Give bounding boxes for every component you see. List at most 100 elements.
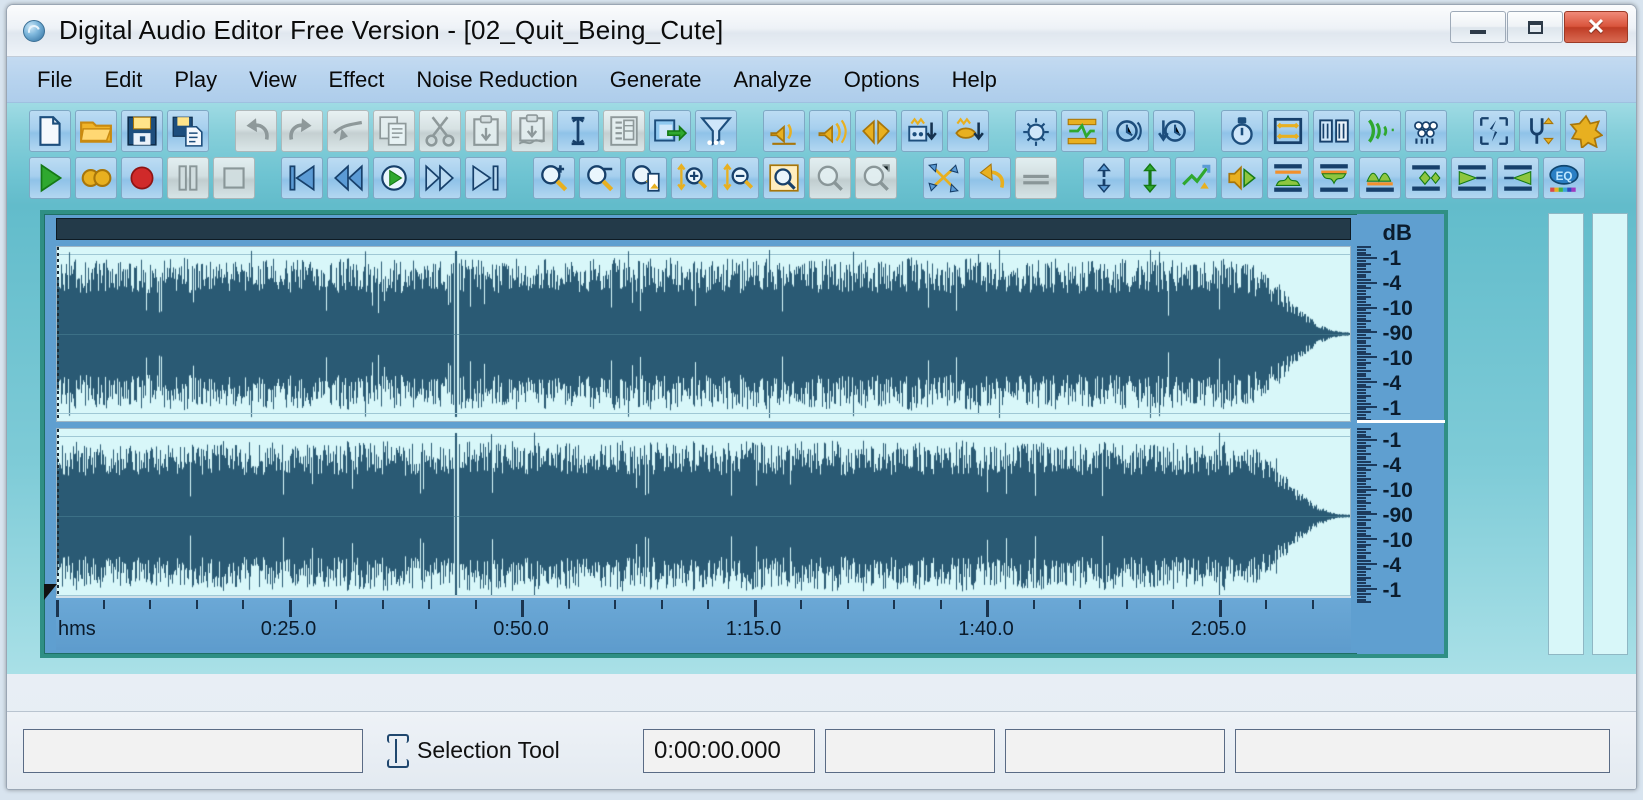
time-ruler[interactable]: hms 0:25.0 0:50.0 1:15.0 1:40.0 2:05.0 [56, 596, 1360, 650]
open-file-button[interactable] [75, 109, 117, 152]
fade-button[interactable] [855, 109, 897, 152]
fast-forward-button[interactable] [419, 156, 461, 199]
tuning-button[interactable] [1519, 109, 1561, 152]
fade-out-icon [1504, 164, 1532, 191]
time-tick [1079, 600, 1081, 609]
fade-out-button[interactable] [1497, 156, 1539, 199]
db-ruler-column: dB -1 -4 -10 -90 -10 -4 -1 -1 -4 -10 -90 -10 -4 -1 [1356, 214, 1445, 654]
window-controls: ✕ [1449, 11, 1628, 45]
mix-paste-button[interactable] [923, 156, 965, 199]
minimize-button[interactable] [1450, 11, 1506, 43]
zoom-out-button[interactable] [579, 156, 621, 199]
noise-reduction-button[interactable] [947, 109, 989, 152]
stereo-split-button[interactable] [1175, 156, 1217, 199]
time-tick [800, 600, 802, 609]
undo-button [235, 109, 277, 152]
menu-item-file[interactable]: File [21, 63, 88, 97]
tempo-button[interactable] [1221, 109, 1263, 152]
menu-item-effect[interactable]: Effect [312, 63, 400, 97]
db-ruler-right: -1 -4 -10 -90 -10 -4 -1 [1356, 428, 1445, 604]
delete-button [327, 109, 369, 152]
compressor-icon [1067, 118, 1097, 144]
menu-item-options[interactable]: Options [828, 63, 936, 97]
silence-button [1015, 156, 1057, 199]
envelope-curve-button[interactable] [1359, 156, 1401, 199]
export-button[interactable] [649, 109, 691, 152]
vocal-remove-button[interactable] [1313, 109, 1355, 152]
zoom-selection-button[interactable] [625, 156, 667, 199]
maximize-button[interactable] [1507, 11, 1563, 43]
noise-gate-icon [908, 117, 937, 142]
rewind-button[interactable] [327, 156, 369, 199]
revert-button[interactable] [969, 156, 1011, 199]
crossfade-button[interactable] [1405, 156, 1447, 199]
envelope-up-button[interactable] [1267, 156, 1309, 199]
pitch-shift-button[interactable] [1153, 109, 1195, 152]
waveform-left-channel[interactable] [56, 246, 1351, 422]
normalize-button[interactable] [809, 109, 851, 152]
zoom-in-button[interactable] [533, 156, 575, 199]
chorus-button[interactable] [1405, 109, 1447, 152]
equalizer-button[interactable]: EQ [1543, 156, 1585, 199]
vocal-remove-icon [1319, 118, 1349, 143]
title-bar: Digital Audio Editor Free Version - [02_… [7, 5, 1636, 57]
time-tick [986, 600, 989, 617]
menu-item-play[interactable]: Play [158, 63, 233, 97]
waveform-right-channel[interactable] [56, 428, 1351, 604]
menu-item-view[interactable]: View [233, 63, 312, 97]
selection-edge-left[interactable] [57, 247, 59, 421]
waveform-column[interactable]: hms 0:25.0 0:50.0 1:15.0 1:40.0 2:05.0 [44, 214, 1360, 654]
channel-mix-button[interactable] [1129, 156, 1171, 199]
reverb-button[interactable] [1015, 109, 1057, 152]
play-from-cursor-button[interactable] [373, 156, 415, 199]
amplify-icon [770, 123, 796, 145]
time-tick [846, 600, 849, 609]
skip-to-end-button[interactable] [465, 156, 507, 199]
cut-button [419, 109, 461, 152]
channel-swap-button[interactable] [1083, 156, 1125, 199]
amplify-button[interactable] [763, 109, 805, 152]
zoom-fit-button[interactable] [763, 156, 805, 199]
rewind-icon [333, 163, 363, 192]
save-as-button[interactable] [167, 109, 209, 152]
selection-edge-right[interactable] [57, 429, 59, 603]
menu-item-generate[interactable]: Generate [594, 63, 718, 97]
envelope-curve-icon [1366, 172, 1394, 192]
menu-item-noise-reduction[interactable]: Noise Reduction [400, 63, 593, 97]
open-file-icon [80, 120, 113, 143]
resample-icon [1273, 117, 1303, 144]
revert-icon [979, 162, 1005, 188]
menu-item-edit[interactable]: Edit [88, 63, 158, 97]
enhancer-button[interactable] [1565, 109, 1607, 152]
new-file-button[interactable] [29, 109, 71, 152]
status-time-panel: 0:00:00.000 [643, 728, 815, 773]
record-button[interactable] [121, 156, 163, 199]
time-tick [1125, 600, 1128, 609]
selection-bar[interactable] [56, 218, 1351, 240]
skip-to-start-button[interactable] [281, 156, 323, 199]
track-panel[interactable]: hms 0:25.0 0:50.0 1:15.0 1:40.0 2:05.0 dB -1-… [40, 210, 1448, 658]
envelope-down-button[interactable] [1313, 156, 1355, 199]
echo-button[interactable] [1359, 109, 1401, 152]
expand-audio-button[interactable] [1473, 109, 1515, 152]
menu-item-analyze[interactable]: Analyze [718, 63, 828, 97]
select-all-button[interactable] [557, 109, 599, 152]
pan-button[interactable] [1221, 156, 1263, 199]
compressor-button[interactable] [1061, 109, 1103, 152]
noise-gate-button[interactable] [901, 109, 943, 152]
db-tick-marks [1356, 428, 1379, 604]
fade-in-button[interactable] [1451, 156, 1493, 199]
loop-play-button[interactable] [75, 156, 117, 199]
filter-icon [699, 116, 733, 146]
resample-button[interactable] [1267, 109, 1309, 152]
menu-item-help[interactable]: Help [936, 63, 1013, 97]
time-tick [614, 600, 616, 609]
play-button[interactable] [29, 156, 71, 199]
zoom-vertical-in-button[interactable] [671, 156, 713, 199]
close-button[interactable]: ✕ [1564, 11, 1628, 43]
zoom-vertical-out-button[interactable] [717, 156, 759, 199]
status-bar: Selection Tool 0:00:00.000 [7, 711, 1636, 789]
save-file-button[interactable] [121, 109, 163, 152]
time-stretch-button[interactable] [1107, 109, 1149, 152]
filter-button[interactable] [695, 109, 737, 152]
